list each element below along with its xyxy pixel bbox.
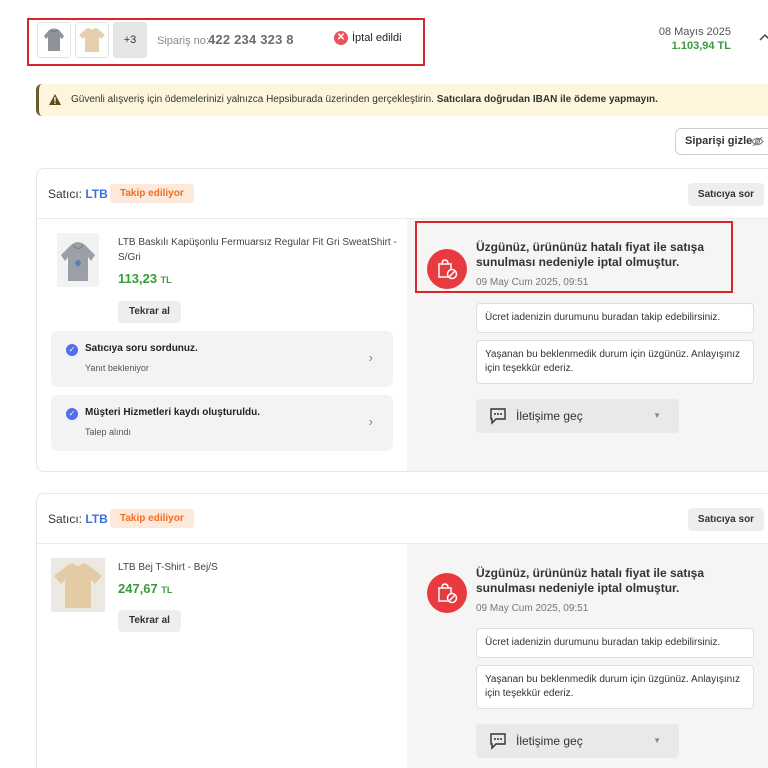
step-title: Satıcıya soru sordunuz. — [85, 343, 198, 354]
product-thumb-hoodie — [37, 22, 71, 58]
hide-order-button[interactable]: Siparişi gizle — [675, 128, 768, 155]
chat-icon — [490, 408, 506, 425]
tshirt-icon — [54, 563, 102, 608]
seller-label: Satıcı: LTB — [48, 187, 108, 201]
product-name[interactable]: LTB Bej T-Shirt - Bej/S — [118, 560, 398, 575]
cancelled-bag-icon — [427, 573, 467, 613]
contact-label: İletişime geç — [516, 734, 583, 748]
chevron-right-icon: › — [368, 414, 373, 429]
more-count: +3 — [123, 34, 137, 46]
chat-icon — [490, 733, 506, 750]
seller-label: Satıcı: LTB — [48, 512, 108, 526]
seller-card-header: Satıcı: LTB Takip ediliyor Satıcıya sor — [37, 494, 768, 544]
more-products-badge[interactable]: +3 — [113, 22, 147, 58]
order-status: İptal edildi — [352, 32, 402, 44]
step-subtitle: Yanıt bekleniyor — [85, 363, 149, 373]
order-number-label: Sipariş no: — [157, 35, 209, 47]
chevron-up-icon[interactable] — [758, 30, 768, 44]
shopping-bag-icon — [438, 583, 458, 604]
contact-label: İletişime geç — [516, 409, 583, 423]
seller-card-1: Satıcı: LTB Takip ediliyor Satıcıya sor … — [36, 168, 768, 472]
product-thumb-tshirt — [75, 22, 109, 58]
caret-down-icon: ▼ — [653, 411, 661, 420]
rebuy-button[interactable]: Tekrar al — [118, 301, 181, 323]
hoodie-icon — [44, 28, 64, 51]
tshirt-icon — [79, 28, 105, 52]
check-icon: ✓ — [66, 344, 78, 356]
following-badge[interactable]: Takip ediliyor — [110, 184, 194, 203]
product-column: LTB Bej T-Shirt - Bej/S 247,67 TL Tekrar… — [37, 544, 407, 768]
security-warning-banner: Güvenli alışveriş için ödemelerinizi yal… — [36, 84, 768, 116]
product-column: LTB Baskılı Kapüşonlu Fermuarsız Regular… — [37, 219, 407, 471]
seller-name-link[interactable]: LTB — [85, 512, 107, 526]
cancel-message: Üzgünüz, ürününüz hatalı fiyat ile satış… — [476, 566, 705, 595]
ask-seller-button[interactable]: Satıcıya sor — [688, 183, 764, 206]
hide-order-label: Siparişi gizle — [685, 135, 753, 147]
ask-seller-button[interactable]: Satıcıya sor — [688, 508, 764, 531]
chevron-right-icon: › — [368, 350, 373, 365]
cancelled-icon: ✕ — [334, 31, 348, 45]
warning-text: Güvenli alışveriş için ödemelerinizi yal… — [71, 94, 434, 105]
refund-status-box[interactable]: Ücret iadenizin durumunu buradan takip e… — [476, 628, 754, 658]
rebuy-button[interactable]: Tekrar al — [118, 610, 181, 632]
step-title: Müşteri Hizmetleri kaydı oluşturuldu. — [85, 407, 261, 418]
support-step[interactable]: ✓ Müşteri Hizmetleri kaydı oluşturuldu. … — [51, 395, 393, 451]
product-price: 113,23 TL — [118, 271, 172, 286]
cancel-info-column: Üzgünüz, ürününüz hatalı fiyat ile satış… — [407, 544, 768, 768]
eye-off-icon — [751, 136, 764, 147]
order-date: 08 Mayıs 2025 — [658, 26, 731, 38]
order-page: +3 Sipariş no: 422 234 323 8 ✕ İptal edi… — [0, 0, 768, 768]
contact-button[interactable]: İletişime geç ▼ — [476, 724, 679, 758]
product-name[interactable]: LTB Baskılı Kapüşonlu Fermuarsız Regular… — [118, 235, 398, 265]
seller-card-header: Satıcı: LTB Takip ediliyor Satıcıya sor — [37, 169, 768, 219]
contact-button[interactable]: İletişime geç ▼ — [476, 399, 679, 433]
shopping-bag-icon — [438, 259, 458, 280]
apology-box: Yaşanan bu beklenmedik durum için üzgünü… — [476, 665, 754, 709]
seller-card-2: Satıcı: LTB Takip ediliyor Satıcıya sor … — [36, 493, 768, 768]
product-image[interactable] — [51, 558, 105, 612]
cancelled-bag-icon — [427, 249, 467, 289]
order-number: 422 234 323 8 — [208, 32, 294, 47]
cancel-message: Üzgünüz, ürününüz hatalı fiyat ile satış… — [476, 240, 705, 269]
caret-down-icon: ▼ — [653, 736, 661, 745]
step-subtitle: Talep alındı — [85, 427, 132, 437]
cancel-info-column: Üzgünüz, ürününüz hatalı fiyat ile satış… — [407, 219, 768, 471]
warning-bold-text: Satıcılara doğrudan IBAN ile ödeme yapma… — [436, 94, 658, 105]
refund-status-box[interactable]: Ücret iadenizin durumunu buradan takip e… — [476, 303, 754, 333]
question-step[interactable]: ✓ Satıcıya soru sordunuz. Yanıt bekleniy… — [51, 331, 393, 387]
hoodie-icon — [61, 242, 95, 281]
seller-name-link[interactable]: LTB — [85, 187, 107, 201]
check-icon: ✓ — [66, 408, 78, 420]
cancel-date: 09 May Cum 2025, 09:51 — [476, 603, 589, 614]
order-total: 1.103,94 TL — [671, 40, 731, 52]
product-price: 247,67 TL — [118, 581, 173, 596]
cancel-date: 09 May Cum 2025, 09:51 — [476, 277, 589, 288]
following-badge[interactable]: Takip ediliyor — [110, 509, 194, 528]
product-image[interactable] — [57, 233, 99, 287]
warning-icon — [49, 94, 61, 105]
apology-box: Yaşanan bu beklenmedik durum için üzgünü… — [476, 340, 754, 384]
order-header[interactable]: +3 Sipariş no: 422 234 323 8 ✕ İptal edi… — [0, 0, 768, 76]
